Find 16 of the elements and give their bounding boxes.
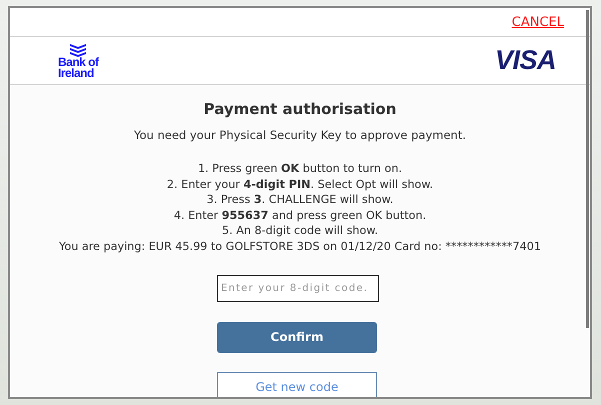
confirm-button[interactable]: Confirm <box>217 322 377 353</box>
scrollbar[interactable] <box>586 10 589 328</box>
instruction-line: 4. Enter 955637 and press green OK button. <box>174 208 426 224</box>
instruction-line: 3. Press 3. CHALLENGE will show. <box>206 192 394 208</box>
code-input-field[interactable]: Enter your 8-digit code. <box>217 274 379 302</box>
bank-logo-text: Bank of Ireland <box>58 56 99 78</box>
instruction-line: 5. An 8-digit code will show. <box>222 223 378 239</box>
cancel-link[interactable]: CANCEL <box>512 14 564 30</box>
payment-summary: You are paying: EUR 45.99 to GOLFSTORE 3DS on 01/12/20 Card no: ************7401 <box>59 238 541 255</box>
chevron-icon <box>69 42 88 56</box>
instruction-line: 2. Enter your 4-digit PIN. Select Opt will show. <box>166 176 434 192</box>
dialog-title: Payment authorisation <box>204 100 396 118</box>
instruction-line: 1. Press green OK button to turn on. <box>198 161 402 177</box>
get-new-code-button[interactable]: Get new code <box>217 372 377 397</box>
intro-text: You need your Physical Security Key to approve payment. <box>134 128 466 142</box>
card-logo: VISA <box>494 45 556 76</box>
